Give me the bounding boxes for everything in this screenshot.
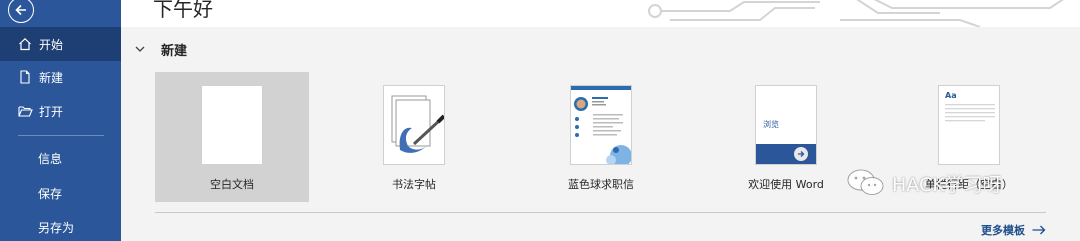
template-thumbnail (383, 85, 445, 165)
sidebar-item-info[interactable]: 信息 (0, 141, 121, 175)
sidebar-item-label: 另存为 (38, 220, 75, 235)
sidebar-item-save-as[interactable]: 另存为 (0, 210, 121, 241)
sidebar-item-label: 新建 (39, 70, 64, 85)
template-label: 蓝色球求职信 (568, 178, 634, 191)
greeting-title: 下午好 (153, 0, 213, 21)
header-decoration (648, 0, 1064, 27)
template-label: 欢迎使用 Word (748, 178, 824, 191)
chevron-down-icon (135, 46, 149, 53)
sidebar-item-save[interactable]: 保存 (0, 176, 121, 210)
template-thumbnail (570, 85, 632, 165)
wechat-icon (846, 168, 886, 198)
back-button[interactable] (8, 0, 34, 23)
sidebar-item-label: 信息 (38, 151, 63, 166)
backstage-main: 新建 空白文档 书法字帖 蓝色球求职信 浏览 欢迎使用 Word Aa 单栏行距… (121, 27, 1080, 241)
more-templates-link[interactable]: 更多模板 (981, 222, 1046, 238)
sidebar-item-open[interactable]: 打开 (0, 94, 121, 128)
watermark: HACK学习呀 (846, 168, 1002, 198)
new-section-header[interactable]: 新建 (135, 40, 187, 59)
template-label: 空白文档 (210, 178, 254, 191)
template-thumbnail (201, 85, 263, 165)
sidebar-item-new[interactable]: 新建 (0, 60, 121, 94)
back-arrow-icon (15, 4, 26, 16)
open-folder-icon (17, 103, 33, 119)
sidebar-divider (18, 135, 104, 136)
template-calligraphy[interactable]: 书法字帖 (337, 72, 491, 202)
home-icon (17, 36, 33, 52)
section-divider (155, 212, 1046, 213)
more-templates-label: 更多模板 (981, 224, 1025, 237)
template-label: 书法字帖 (392, 178, 436, 191)
template-blue-sphere-resume[interactable]: 蓝色球求职信 (524, 72, 678, 202)
template-thumbnail: 浏览 (755, 85, 817, 165)
calligraphy-brush-icon (391, 95, 444, 153)
template-welcome-to-word[interactable]: 浏览 欢迎使用 Word (709, 72, 863, 202)
backstage-sidebar: 开始 新建 打开 信息 保存 另存为 (0, 0, 121, 241)
greeting-header: 下午好 (121, 0, 1080, 27)
section-title-label: 新建 (161, 44, 188, 59)
arrow-right-icon (1032, 225, 1046, 235)
arrow-right-icon (794, 147, 808, 161)
thumbnail-text: 浏览 (763, 120, 779, 129)
resume-preview-icon (571, 86, 631, 164)
sidebar-item-label: 开始 (39, 37, 64, 52)
new-document-icon (17, 69, 33, 85)
sidebar-item-label: 保存 (38, 186, 63, 201)
template-thumbnail: Aa (938, 85, 1000, 165)
template-blank-document[interactable]: 空白文档 (155, 72, 309, 202)
text-lines-icon (945, 104, 995, 122)
sidebar-item-home[interactable]: 开始 (0, 27, 121, 61)
watermark-text: HACK学习呀 (892, 173, 1002, 196)
sidebar-item-label: 打开 (39, 104, 64, 119)
